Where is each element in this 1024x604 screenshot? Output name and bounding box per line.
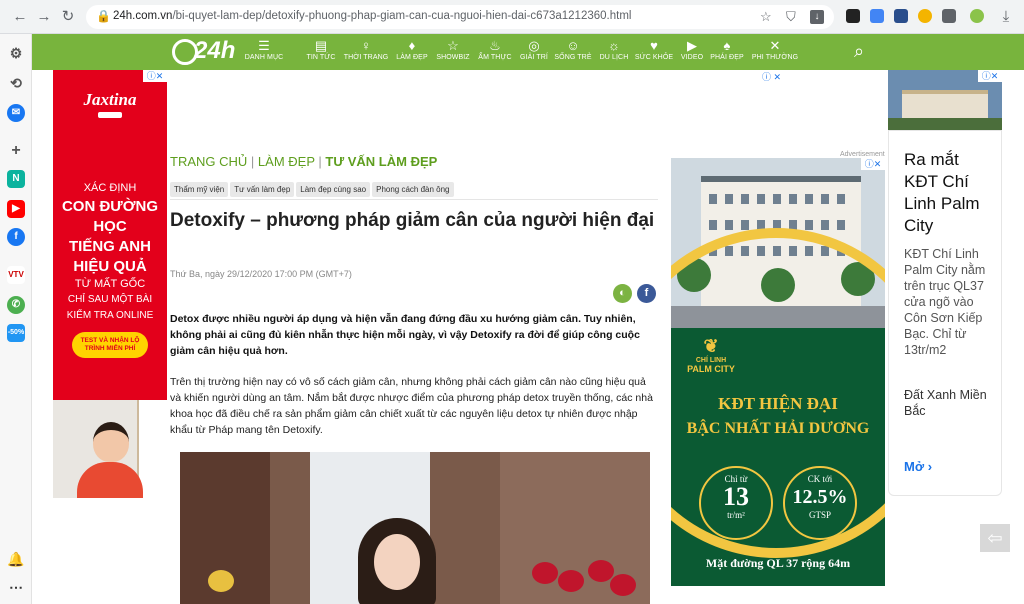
ad-advertiser: Đất Xanh Miền Bắc [904, 388, 987, 418]
tag[interactable]: Phong cách đàn ông [372, 182, 454, 197]
article-date: Thứ Ba, ngày 29/12/2020 17:00 PM (GMT+7) [170, 269, 352, 279]
nav-thoi-trang[interactable]: ♀ THỜI TRANG [342, 38, 390, 68]
brand-underline [98, 112, 122, 118]
search-icon[interactable]: ⌕ [854, 41, 864, 62]
ad-title[interactable]: Ra mắt KĐT Chí Linh Palm City [904, 149, 996, 237]
browser-sidebar: ⚙ ⟲ ✉ + N ▶ f VTV ✆ -50% 🔔 ⋯ [0, 34, 32, 604]
browser-toolbar: ← → ↻ 🔒 24h.com.vn/bi-quyet-lam-dep/deto… [0, 0, 1024, 34]
nav-video[interactable]: ▶ VIDEO [678, 38, 706, 68]
reload-icon[interactable]: ↻ [58, 7, 78, 27]
nav-menu[interactable]: ☰ DANH MỤC [242, 38, 286, 68]
nav-showbiz[interactable]: ☆ SHOWBIZ [434, 38, 472, 68]
extension-icon[interactable] [846, 9, 860, 23]
ad-headline: KĐT HIỆN ĐẠI [718, 394, 838, 413]
nav-song-tre[interactable]: ☺ SỐNG TRẺ [554, 38, 592, 68]
nav-phai-dep[interactable]: ♠ PHÁI ĐẸP [708, 38, 746, 68]
back-icon[interactable]: ← [10, 7, 30, 27]
sale-icon[interactable]: -50% [7, 324, 25, 342]
nav-giai-tri[interactable]: ◎ GIẢI TRÍ [516, 38, 552, 68]
adchoices-icon[interactable]: ⓘ✕ [143, 70, 167, 82]
site-logo[interactable]: 24h [170, 37, 235, 67]
breadcrumb-category[interactable]: LÀM ĐẸP [258, 154, 315, 169]
ad-brand: Jaxtina [83, 90, 137, 109]
facebook-share-icon[interactable]: f [637, 284, 656, 303]
ad-cta-button[interactable]: TEST VÀ NHẬN LỘ TRÌNH MIỄN PHÍ [72, 332, 148, 358]
notification-bell-icon[interactable]: 🔔 [7, 550, 25, 568]
lock-icon: 🔒 [96, 9, 111, 23]
ad-photo [53, 400, 167, 498]
ad-text: CON ĐƯỜNG [61, 198, 159, 215]
article-lead: Detox được nhiều người áp dụng và hiện v… [170, 313, 640, 357]
breadcrumb-home[interactable]: TRANG CHỦ [170, 154, 247, 169]
advertisement-label: Advertisement [840, 151, 885, 158]
article-paragraph: Trên thị trường hiện nay có vô số cách g… [170, 376, 653, 436]
address-bar[interactable]: 🔒 24h.com.vn/bi-quyet-lam-dep/detoxify-p… [86, 5, 834, 29]
chat-icon[interactable]: ✆ [7, 296, 25, 314]
adchoices-icon[interactable]: ⓘ✕ [861, 158, 885, 170]
back-arrow-icon[interactable]: ⇦ [980, 524, 1010, 552]
zalo-share-icon[interactable]: ◐ [613, 284, 632, 303]
site-navbar: 24h ☰ DANH MỤC ▤ TIN TỨC ♀ THỜI TRANG ♦ LÀM … [32, 34, 1024, 70]
ad-footer: Mặt đường QL 37 rộng 64m [705, 556, 851, 570]
ad-text: HỌC [93, 218, 127, 235]
right-ad-image[interactable]: ⓘ✕ [888, 70, 1002, 130]
tag[interactable]: Làm đẹp cùng sao [296, 182, 371, 197]
breadcrumb-subcategory[interactable]: TƯ VẤN LÀM ĐẸP [325, 154, 437, 169]
more-icon[interactable]: ⋯ [7, 578, 25, 596]
translate-icon[interactable] [870, 9, 884, 23]
ad-logo: ❦ CHÍ LINH PALM CITY [687, 336, 735, 374]
tag-list: Thẩm mỹ viện Tư vấn làm đẹp Làm đẹp cùng s… [170, 179, 456, 197]
divider [170, 199, 658, 200]
nav-lam-dep[interactable]: ♦ LÀM ĐẸP [394, 38, 430, 68]
add-icon[interactable]: + [7, 142, 25, 160]
ad-text: CHỈ SAU MỘT BÀI [67, 294, 153, 305]
nav-tin-tuc[interactable]: ▤ TIN TỨC [304, 38, 338, 68]
chevron-right-icon: › [927, 459, 933, 474]
ad-open-link[interactable]: Mở › [904, 459, 932, 474]
discount-badge: CK tới 12.5% GTSP [783, 466, 857, 540]
history-icon[interactable]: ⟲ [7, 74, 25, 92]
nav-du-lich[interactable]: ☼ DU LỊCH [596, 38, 632, 68]
settings-icon[interactable]: ⚙ [7, 44, 25, 62]
ad-text: XÁC ĐỊNH [83, 182, 137, 194]
youtube-icon[interactable]: ▶ [7, 200, 25, 218]
ad-text: TỪ MẤT GỐC [74, 278, 146, 290]
adchoices-icon[interactable]: ⓘ✕ [978, 70, 1002, 82]
url-text: 24h.com.vn/bi-quyet-lam-dep/detoxify-phu… [113, 10, 632, 22]
ad-text: KIỂM TRA ONLINE [66, 310, 154, 321]
left-banner-ad[interactable]: ⓘ✕ Jaxtina XÁC ĐỊNH CON ĐƯỜNG HỌC TIẾNG … [53, 70, 167, 498]
nav-suc-khoe[interactable]: ♥ SỨC KHỎE [634, 38, 674, 68]
nav-am-thuc[interactable]: ♨ ẨM THỰC [476, 38, 514, 68]
puzzle-icon[interactable] [942, 9, 956, 23]
download-icon[interactable]: ⤓ [996, 7, 1016, 27]
shield-icon[interactable]: ⛉ [786, 9, 796, 25]
ad-description: KĐT Chí Linh Palm City nằm trên trục QL3… [904, 247, 986, 357]
ad-headline: BẬC NHẤT HẢI DƯƠNG [686, 420, 870, 437]
middle-banner-ad[interactable]: ⓘ✕ ❦ CHÍ LINH PALM CITY KĐT HIỆN ĐẠI BẬC… [671, 158, 885, 586]
messenger-icon[interactable]: ✉ [7, 104, 25, 122]
facebook-icon[interactable]: f [7, 228, 25, 246]
extension-icon[interactable] [918, 9, 932, 23]
adchoices-icon[interactable]: ⓘ ✕ [762, 70, 781, 83]
article-photo [180, 452, 650, 604]
profile-avatar-icon[interactable] [970, 9, 984, 23]
extension-icon[interactable] [894, 9, 908, 23]
download-icon[interactable]: ↓ [810, 10, 824, 24]
right-native-ad[interactable]: Ra mắt KĐT Chí Linh Palm City KĐT Chí Li… [888, 130, 1002, 496]
vtv-icon[interactable]: VTV [7, 266, 25, 284]
tag[interactable]: Tư vấn làm đẹp [230, 182, 295, 197]
tag[interactable]: Thẩm mỹ viện [170, 182, 229, 197]
forward-icon[interactable]: → [34, 7, 54, 27]
article-title: Detoxify – phương pháp giảm cân của ngườ… [170, 210, 655, 231]
price-badge: Chỉ từ 13 tr/m² [699, 466, 773, 540]
breadcrumb: TRANG CHỦ | LÀM ĐẸP | TƯ VẤN LÀM ĐẸP [170, 154, 438, 169]
bookmark-star-icon[interactable]: ☆ [760, 9, 772, 25]
ad-text: HIỆU QUẢ [73, 258, 147, 275]
app-n-icon[interactable]: N [7, 170, 25, 188]
ad-text: TIẾNG ANH [69, 238, 151, 255]
nav-phi-thuong[interactable]: ✕ PHI THƯỜNG [750, 38, 800, 68]
